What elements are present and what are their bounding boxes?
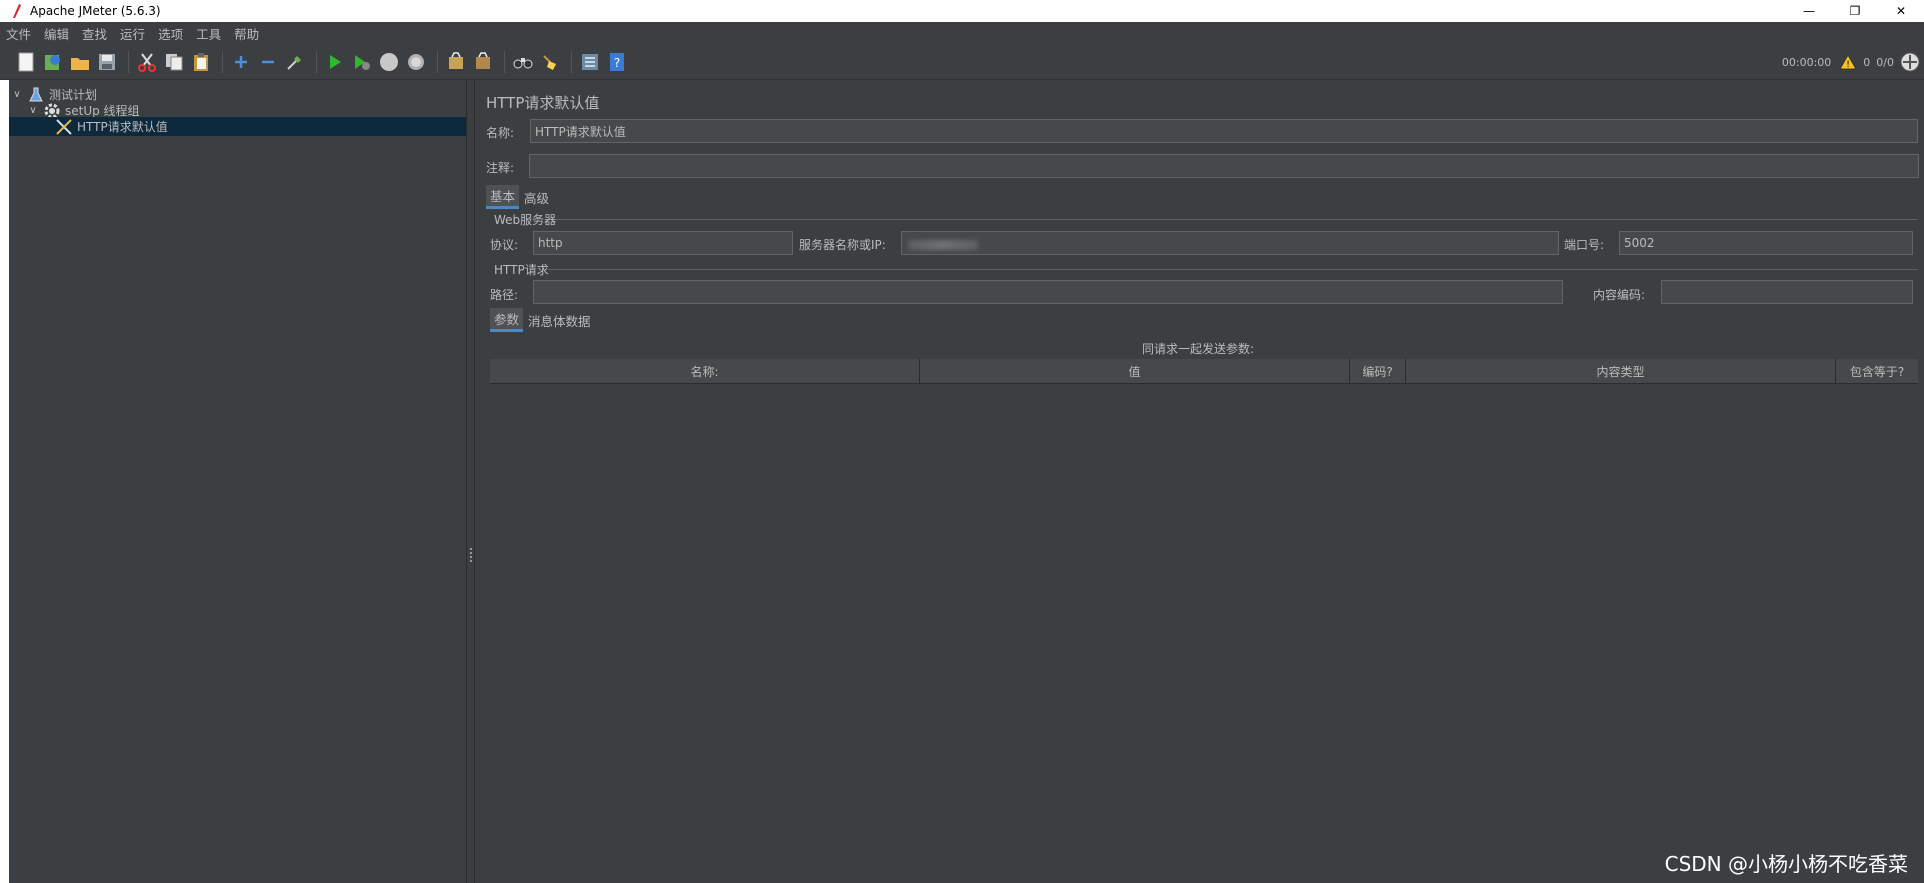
web-server-group-title: Web服务器: [494, 213, 557, 227]
menu-file[interactable]: 文件: [6, 24, 31, 43]
parameters-table-header: 名称: 值 编码? 内容类型 包含等于?: [490, 359, 1918, 384]
redacted-server-blur: [908, 240, 978, 250]
elapsed-timer: 00:00:00: [1781, 55, 1832, 69]
encoding-label: 内容编码:: [1593, 288, 1646, 302]
menu-edit[interactable]: 编辑: [44, 24, 69, 43]
start-no-pauses-icon[interactable]: [350, 50, 374, 74]
function-helper-icon[interactable]: [578, 50, 602, 74]
copy-icon[interactable]: [162, 50, 186, 74]
watermark: CSDN @小杨小杨不吃香菜: [1664, 852, 1908, 876]
parameters-caption: 同请求一起发送参数:: [1142, 342, 1255, 356]
save-icon[interactable]: [95, 50, 119, 74]
svg-text:?: ?: [614, 56, 620, 70]
collapse-all-icon[interactable]: [256, 50, 280, 74]
tab-parameters[interactable]: 参数: [490, 308, 524, 332]
column-header-value[interactable]: 值: [920, 359, 1350, 384]
toolbar-separator: [128, 50, 129, 73]
templates-icon[interactable]: [41, 50, 65, 74]
help-icon[interactable]: ?: [605, 50, 629, 74]
menu-run[interactable]: 运行: [120, 24, 145, 43]
column-header-name[interactable]: 名称:: [490, 359, 920, 384]
tools-icon: [55, 118, 73, 136]
expand-toggle-icon[interactable]: ∨: [11, 89, 23, 100]
expand-toggle-icon[interactable]: ∨: [27, 105, 39, 116]
path-label: 路径:: [490, 288, 519, 302]
toolbar: ? 00:00:00 ! 0 0/0: [0, 44, 1924, 80]
tree-item-label: HTTP请求默认值: [77, 120, 168, 134]
port-field[interactable]: 5002: [1619, 231, 1913, 255]
remote-start-icon[interactable]: [444, 50, 468, 74]
toolbar-separator: [571, 50, 572, 73]
restore-button[interactable]: ❐: [1832, 0, 1878, 22]
jmeter-feather-icon: [13, 4, 21, 18]
shutdown-icon[interactable]: [404, 50, 428, 74]
toggle-icon[interactable]: [283, 50, 307, 74]
menu-options[interactable]: 选项: [158, 24, 183, 43]
column-header-encode[interactable]: 编码?: [1350, 359, 1406, 384]
window-title: Apache JMeter (5.6.3): [30, 4, 161, 18]
window-edge: [0, 80, 9, 883]
http-request-group-title: HTTP请求: [494, 263, 549, 277]
warning-icon[interactable]: !: [1839, 54, 1858, 70]
error-count: 0: [1863, 55, 1871, 69]
protocol-field[interactable]: http: [533, 231, 793, 255]
column-header-include-equals[interactable]: 包含等于?: [1836, 359, 1918, 384]
group-divider: [556, 219, 1918, 220]
title-bar: Apache JMeter (5.6.3) — ❐ ✕: [0, 0, 1924, 22]
search-binoculars-icon[interactable]: [511, 50, 535, 74]
group-divider: [548, 269, 1918, 270]
config-panel: HTTP请求默认值 名称: HTTP请求默认值 注释: 基本 高级 Web服务器…: [476, 80, 1924, 883]
splitter-grip[interactable]: [470, 548, 472, 562]
tab-basic[interactable]: 基本: [486, 185, 520, 209]
server-field[interactable]: [901, 231, 1559, 255]
close-button[interactable]: ✕: [1878, 0, 1924, 22]
toolbar-separator: [316, 50, 317, 73]
encoding-field[interactable]: [1661, 280, 1913, 304]
cut-icon[interactable]: [135, 50, 159, 74]
menu-tools[interactable]: 工具: [196, 24, 221, 43]
clear-broom-icon[interactable]: [538, 50, 562, 74]
page-title: HTTP请求默认值: [486, 94, 600, 112]
log-viewer-icon[interactable]: [1900, 52, 1920, 72]
test-plan-tree: ∨ 测试计划 ∨ setUp 线程组 HTTP请求默认值: [9, 80, 466, 883]
paste-icon[interactable]: [189, 50, 213, 74]
tree-item-http-defaults[interactable]: HTTP请求默认值: [9, 117, 466, 136]
start-icon[interactable]: [323, 50, 347, 74]
open-icon[interactable]: [68, 50, 92, 74]
menu-bar: 文件 编辑 查找 运行 选项 工具 帮助: [0, 22, 1924, 44]
svg-text:!: !: [1846, 60, 1850, 70]
column-header-content-type[interactable]: 内容类型: [1406, 359, 1836, 384]
expand-all-icon[interactable]: [229, 50, 253, 74]
server-label: 服务器名称或IP:: [799, 238, 886, 252]
comment-field[interactable]: [529, 154, 1919, 178]
menu-help[interactable]: 帮助: [234, 24, 259, 43]
protocol-label: 协议:: [490, 238, 519, 252]
menu-search[interactable]: 查找: [82, 24, 107, 43]
remote-stop-icon[interactable]: [471, 50, 495, 74]
tab-advanced[interactable]: 高级: [520, 185, 553, 209]
tab-body-data[interactable]: 消息体数据: [524, 308, 595, 332]
active-threads: 0/0: [1876, 55, 1894, 69]
minimize-button[interactable]: —: [1786, 0, 1832, 22]
comment-label: 注释:: [486, 161, 515, 175]
path-field[interactable]: [533, 280, 1563, 304]
toolbar-separator: [504, 50, 505, 73]
toolbar-separator: [437, 50, 438, 73]
name-label: 名称:: [486, 126, 515, 140]
port-label: 端口号:: [1564, 238, 1605, 252]
stop-icon[interactable]: [377, 50, 401, 74]
panel-splitter[interactable]: [466, 80, 475, 883]
toolbar-separator: [222, 50, 223, 73]
name-field[interactable]: HTTP请求默认值: [530, 119, 1918, 143]
new-icon[interactable]: [14, 50, 38, 74]
